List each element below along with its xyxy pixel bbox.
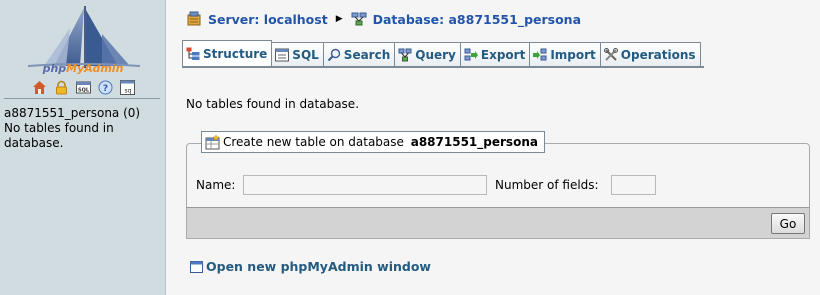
main-frame: Server: localhost ▶ Database: a8871551_p… xyxy=(166,0,820,295)
tab-query[interactable]: Query xyxy=(394,42,461,66)
server-link[interactable]: Server: localhost xyxy=(208,12,328,27)
tab-label: SQL xyxy=(292,47,319,62)
breadcrumb: Server: localhost ▶ Database: a8871551_p… xyxy=(186,9,581,29)
tab-label: Query xyxy=(415,47,456,62)
sql-icon[interactable]: SQL xyxy=(75,80,91,95)
open-new-window-link[interactable]: Open new phpMyAdmin window xyxy=(190,259,431,274)
tab-underline xyxy=(182,66,704,68)
number-of-fields-input[interactable] xyxy=(611,175,656,195)
query-window-icon[interactable]: sq xyxy=(119,80,135,95)
import-icon xyxy=(533,48,547,62)
help-icon[interactable]: ? xyxy=(98,80,113,95)
export-icon xyxy=(464,48,478,62)
table-name-input[interactable] xyxy=(243,175,487,195)
tab-label: Search xyxy=(343,47,391,62)
logo-wordmark: phpMyAdmin xyxy=(42,62,124,75)
server-icon xyxy=(186,11,202,27)
database-icon xyxy=(351,11,367,27)
database-link[interactable]: a8871551_persona (0) xyxy=(4,106,140,120)
tab-operations[interactable]: Operations xyxy=(599,42,701,66)
navigation-frame: phpMyAdmin SQL ? sq a8871551_persona (0)… xyxy=(0,0,166,295)
tab-structure[interactable]: Structure xyxy=(182,40,273,66)
legend-text: Create new table on database xyxy=(223,135,408,149)
lock-icon[interactable] xyxy=(54,80,69,95)
sql-icon xyxy=(275,48,290,62)
search-icon xyxy=(327,48,341,62)
structure-icon xyxy=(186,47,200,61)
name-label: Name: xyxy=(196,178,236,192)
home-icon[interactable] xyxy=(32,80,47,95)
new-window-link-label: Open new phpMyAdmin window xyxy=(206,259,431,274)
tab-label: Import xyxy=(550,47,596,62)
database-breadcrumb-link[interactable]: Database: a8871551_persona xyxy=(373,12,581,27)
fieldset-footer: Go xyxy=(186,207,810,239)
svg-text:SQL: SQL xyxy=(77,88,89,94)
new-table-icon xyxy=(205,133,220,150)
tab-search[interactable]: Search xyxy=(322,42,396,66)
tab-label: Export xyxy=(480,47,526,62)
no-tables-message: No tables found in database. xyxy=(186,97,360,111)
query-icon xyxy=(398,48,412,62)
operations-icon xyxy=(603,47,618,62)
left-no-tables-text: No tables found in database. xyxy=(4,121,114,150)
breadcrumb-separator-icon: ▶ xyxy=(335,14,343,24)
tab-label: Operations xyxy=(620,47,696,62)
svg-text:?: ? xyxy=(102,84,107,94)
tab-export[interactable]: Export xyxy=(459,42,531,66)
fields-label: Number of fields: xyxy=(495,178,599,192)
go-button[interactable]: Go xyxy=(771,213,805,234)
phpmyadmin-logo[interactable] xyxy=(18,6,148,70)
svg-text:sq: sq xyxy=(124,88,131,95)
create-table-legend: Create new table on database a8871551_pe… xyxy=(201,131,545,153)
legend-database-name: a8871551_persona xyxy=(410,135,538,149)
new-window-icon xyxy=(190,260,203,273)
tab-bar: Structure SQL Search Query Export Import… xyxy=(182,40,701,66)
tab-label: Structure xyxy=(203,46,268,61)
left-toolbar: SQL ? sq xyxy=(0,80,166,95)
tab-import[interactable]: Import xyxy=(529,42,601,66)
left-divider xyxy=(4,98,160,99)
create-table-fieldset: Create new table on database a8871551_pe… xyxy=(186,131,810,239)
tab-sql[interactable]: SQL xyxy=(271,42,324,66)
